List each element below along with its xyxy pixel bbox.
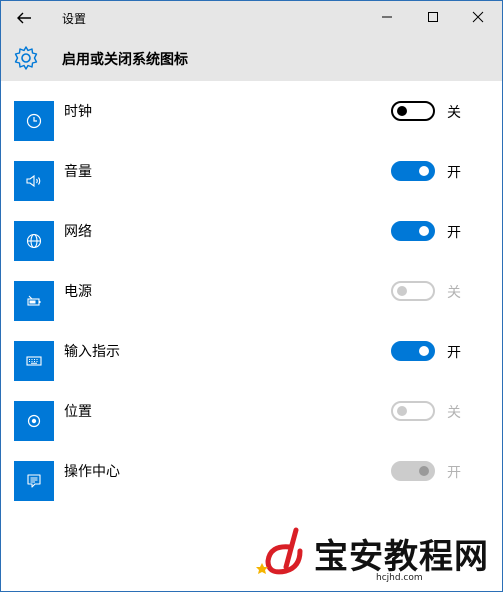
toggle-knob xyxy=(419,346,429,356)
watermark-logo-icon xyxy=(256,527,303,575)
watermark-site-name: 宝安教程网 xyxy=(314,537,489,577)
row-label: 音量 xyxy=(64,164,92,180)
page-header: 启用或关闭系统图标 xyxy=(1,34,502,81)
row-volume: 音量 开 xyxy=(1,161,502,221)
page-title: 启用或关闭系统图标 xyxy=(62,52,188,68)
row-label: 位置 xyxy=(64,404,92,420)
network-globe-icon xyxy=(26,233,42,249)
toggle-state-text: 开 xyxy=(447,465,461,481)
row-location: 位置 关 xyxy=(1,401,502,461)
row-action-center: 操作中心 开 xyxy=(1,461,502,521)
window-title: 设置 xyxy=(62,12,87,26)
toggle-state-text: 关 xyxy=(447,105,461,121)
maximize-button[interactable] xyxy=(423,7,443,27)
input-indicator-toggle[interactable] xyxy=(391,341,435,361)
toggle-knob xyxy=(419,466,429,476)
input-tile xyxy=(14,341,54,381)
battery-icon xyxy=(27,295,41,306)
toggle-state-text: 开 xyxy=(447,225,461,241)
row-label: 输入指示 xyxy=(64,344,120,360)
action-center-toggle xyxy=(391,461,435,481)
title-bar: 设置 xyxy=(1,1,502,34)
toggle-knob xyxy=(397,106,407,116)
row-input-indicator: 输入指示 开 xyxy=(1,341,502,401)
network-tile xyxy=(14,221,54,261)
row-label: 电源 xyxy=(64,284,92,300)
toggle-knob xyxy=(397,406,407,416)
toggle-state-text: 开 xyxy=(447,345,461,361)
toggle-state-text: 关 xyxy=(447,285,461,301)
row-clock: 时钟 关 xyxy=(1,101,502,161)
toggle-state-text: 关 xyxy=(447,405,461,421)
toggle-knob xyxy=(419,166,429,176)
watermark-url: hcjhd.com xyxy=(376,573,423,583)
settings-window: 设置 启用或关闭系统图标 时钟 关 音量 开 网络 开 电源 关 输入指示 开 … xyxy=(0,0,503,592)
action-center-icon xyxy=(27,474,41,488)
power-toggle xyxy=(391,281,435,301)
row-label: 网络 xyxy=(64,224,92,240)
volume-tile xyxy=(14,161,54,201)
power-tile xyxy=(14,281,54,321)
network-toggle[interactable] xyxy=(391,221,435,241)
row-power: 电源 关 xyxy=(1,281,502,341)
clock-toggle[interactable] xyxy=(391,101,435,121)
clock-icon xyxy=(26,113,42,129)
minimize-button[interactable] xyxy=(377,7,397,27)
location-toggle xyxy=(391,401,435,421)
clock-tile xyxy=(14,101,54,141)
location-tile xyxy=(14,401,54,441)
close-button[interactable] xyxy=(468,7,488,27)
toggle-knob xyxy=(397,286,407,296)
action-center-tile xyxy=(14,461,54,501)
back-arrow-icon[interactable] xyxy=(13,7,35,29)
gear-icon xyxy=(14,46,38,70)
row-label: 操作中心 xyxy=(64,464,120,480)
keyboard-icon xyxy=(26,356,42,366)
toggle-knob xyxy=(419,226,429,236)
row-network: 网络 开 xyxy=(1,221,502,281)
volume-icon xyxy=(26,174,41,188)
site-watermark: 宝安教程网 hcjhd.com xyxy=(256,527,496,587)
row-label: 时钟 xyxy=(64,104,92,120)
location-icon xyxy=(27,414,41,428)
volume-toggle[interactable] xyxy=(391,161,435,181)
toggle-state-text: 开 xyxy=(447,165,461,181)
